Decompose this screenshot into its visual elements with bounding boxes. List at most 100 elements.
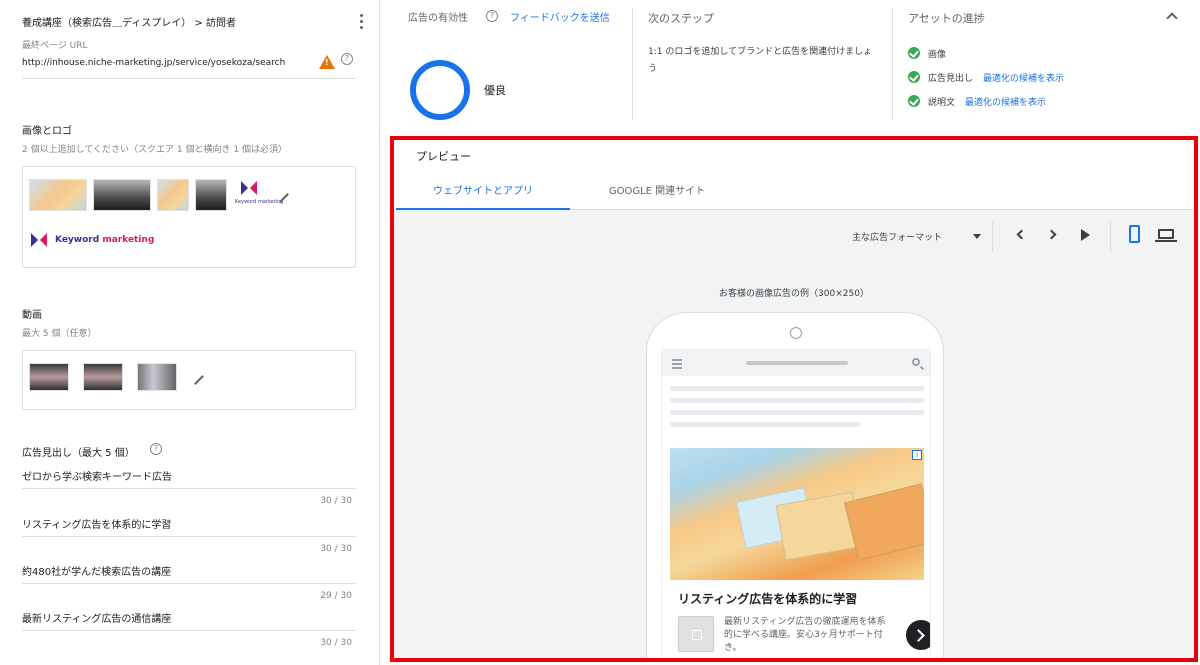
- logo-wide-mark[interactable]: [31, 233, 47, 247]
- headline-field[interactable]: リスティング広告を体系的に学習: [22, 516, 171, 531]
- ad-info-icon[interactable]: i: [912, 450, 922, 460]
- help-icon[interactable]: ?: [341, 53, 353, 65]
- video-box[interactable]: [22, 350, 356, 410]
- ad-logo-placeholder: [678, 616, 714, 652]
- view-suggestions-link[interactable]: 最適化の候補を表示: [983, 71, 1064, 84]
- tab-google-sites[interactable]: GOOGLE 関連サイト: [570, 182, 744, 210]
- video-thumb[interactable]: [83, 363, 123, 391]
- headline-field[interactable]: 最新リスティング広告の通信講座: [22, 610, 171, 625]
- effectiveness-ring: [410, 60, 470, 120]
- asset-label: 画像: [928, 49, 947, 60]
- ad-example-label: お客様の画像広告の例（300×250）: [719, 289, 869, 299]
- url-underline: [22, 78, 356, 79]
- more-vert-icon[interactable]: [358, 14, 364, 32]
- headline-field[interactable]: ゼロから学ぶ検索キーワード広告: [22, 468, 172, 483]
- edit-icon[interactable]: [194, 375, 204, 385]
- feedback-link[interactable]: フィードバックを送信: [510, 10, 620, 28]
- images-section-title: 画像とロゴ: [22, 126, 72, 137]
- tab-websites-apps[interactable]: ウェブサイトとアプリ: [396, 182, 570, 210]
- menu-icon: [672, 359, 682, 371]
- play-icon[interactable]: [1081, 229, 1090, 241]
- check-circle-icon: [908, 95, 920, 107]
- next-steps-title: 次のステップ: [648, 12, 714, 25]
- asset-label: 広告見出し: [928, 73, 974, 84]
- char-counter: 30 / 30: [320, 638, 352, 648]
- char-counter: 29 / 30: [320, 591, 352, 601]
- placeholder-line: [670, 410, 924, 415]
- ad-image[interactable]: i: [670, 448, 924, 580]
- phone-icon[interactable]: [1129, 225, 1140, 243]
- logo-wide-prefix: Keyword: [55, 235, 103, 245]
- placeholder-line: [670, 398, 924, 403]
- final-url-input[interactable]: http://inhouse.niche-marketing.jp/servic…: [22, 58, 318, 68]
- chevron-right-icon[interactable]: [1046, 229, 1057, 240]
- asset-progress-row: 画像: [908, 46, 946, 60]
- warning-icon[interactable]: !: [319, 55, 335, 69]
- ad-effectiveness-title: 広告の有効性: [408, 13, 468, 24]
- image-thumb[interactable]: [93, 179, 151, 211]
- effectiveness-rating: 優良: [484, 84, 506, 97]
- breadcrumb[interactable]: 養成講座（検索広告＿ディスプレイ） > 訪問者: [22, 14, 236, 29]
- preview-title: プレビュー: [416, 150, 471, 163]
- asset-progress-row: 説明文 最適化の候補を表示: [908, 94, 1046, 108]
- asset-progress-row: 広告見出し 最適化の候補を表示: [908, 70, 1064, 84]
- asset-progress-title: アセットの進捗: [908, 12, 985, 25]
- headline-underline: [22, 630, 356, 631]
- ad-summary-bar: 広告の有効性 ? フィードバックを送信 優良 次のステップ 1:1 のロゴを追加…: [392, 0, 1200, 128]
- ad-cta-arrow-icon[interactable]: [906, 620, 930, 650]
- video-thumb[interactable]: [137, 363, 177, 391]
- final-url-label: 最終ページ URL: [22, 41, 88, 51]
- placeholder-line: [670, 386, 924, 391]
- phone-screen: i リスティング広告を体系的に学習 最新リスティング広告の徹底運用を体系的に学べ…: [661, 349, 931, 658]
- headlines-section-title: 広告見出し（最大 5 個）: [22, 448, 135, 459]
- char-counter: 30 / 30: [320, 496, 352, 506]
- check-circle-icon: [908, 47, 920, 59]
- image-thumb[interactable]: [195, 179, 227, 211]
- check-circle-icon: [908, 71, 920, 83]
- mock-browser-bar: [662, 350, 930, 376]
- next-steps-text: 1:1 のロゴを追加してブランドと広告を関連付けましょう: [648, 47, 873, 74]
- phone-mockup: i リスティング広告を体系的に学習 最新リスティング広告の徹底運用を体系的に学べ…: [646, 312, 944, 658]
- dropdown-icon[interactable]: [973, 234, 981, 239]
- phone-camera: [790, 327, 802, 339]
- search-icon: [912, 358, 920, 366]
- logo-wide-thumb[interactable]: Keyword marketing: [55, 235, 154, 245]
- logo-square-text: Keyword marketing: [235, 199, 284, 205]
- mock-url-bar: [746, 361, 848, 365]
- headline-underline: [22, 488, 356, 489]
- toolbar-divider: [992, 222, 993, 252]
- video-section-title: 動画: [22, 310, 42, 321]
- headline-underline: [22, 536, 356, 537]
- image-thumb[interactable]: [29, 179, 87, 211]
- toolbar-divider: [1110, 222, 1111, 252]
- column-divider: [892, 8, 893, 120]
- video-hint: 最大 5 個（任意）: [22, 329, 97, 339]
- images-box[interactable]: Keyword marketing Keyword marketing: [22, 166, 356, 268]
- image-card: [843, 483, 924, 561]
- preview-header: プレビュー ウェブサイトとアプリ GOOGLE 関連サイト: [394, 140, 1194, 210]
- placeholder-line: [670, 422, 860, 427]
- images-hint: 2 個以上追加してください（スクエア 1 個と横向き 1 個は必須）: [22, 145, 287, 155]
- asset-label: 説明文: [928, 97, 956, 108]
- video-thumb[interactable]: [29, 363, 69, 391]
- logo-wide-suffix: marketing: [102, 235, 155, 245]
- logo-square-thumb[interactable]: [241, 181, 257, 195]
- preview-toolbar: 主な広告フォーマット: [394, 210, 1194, 264]
- chevron-up-icon[interactable]: [1166, 12, 1178, 24]
- edit-icon[interactable]: [279, 193, 289, 203]
- headline-field[interactable]: 約480社が学んだ検索広告の講座: [22, 563, 171, 578]
- asset-editor-panel: 養成講座（検索広告＿ディスプレイ） > 訪問者 最終ページ URL http:/…: [0, 0, 380, 665]
- format-dropdown[interactable]: 主な広告フォーマット: [852, 230, 942, 243]
- help-icon[interactable]: ?: [486, 10, 498, 22]
- laptop-icon[interactable]: [1155, 229, 1177, 242]
- ad-headline[interactable]: リスティング広告を体系的に学習: [678, 590, 857, 607]
- image-thumb[interactable]: [157, 179, 189, 211]
- headline-underline: [22, 583, 356, 584]
- column-divider: [632, 8, 633, 120]
- view-suggestions-link[interactable]: 最適化の候補を表示: [965, 95, 1046, 108]
- preview-panel: プレビュー ウェブサイトとアプリ GOOGLE 関連サイト 主な広告フォーマット…: [390, 136, 1198, 662]
- char-counter: 30 / 30: [320, 544, 352, 554]
- chevron-left-icon[interactable]: [1016, 229, 1027, 240]
- ad-description: 最新リスティング広告の徹底運用を体系的に学べる講座。安心3ヶ月サポート付き。: [724, 617, 886, 653]
- help-icon[interactable]: ?: [150, 443, 162, 455]
